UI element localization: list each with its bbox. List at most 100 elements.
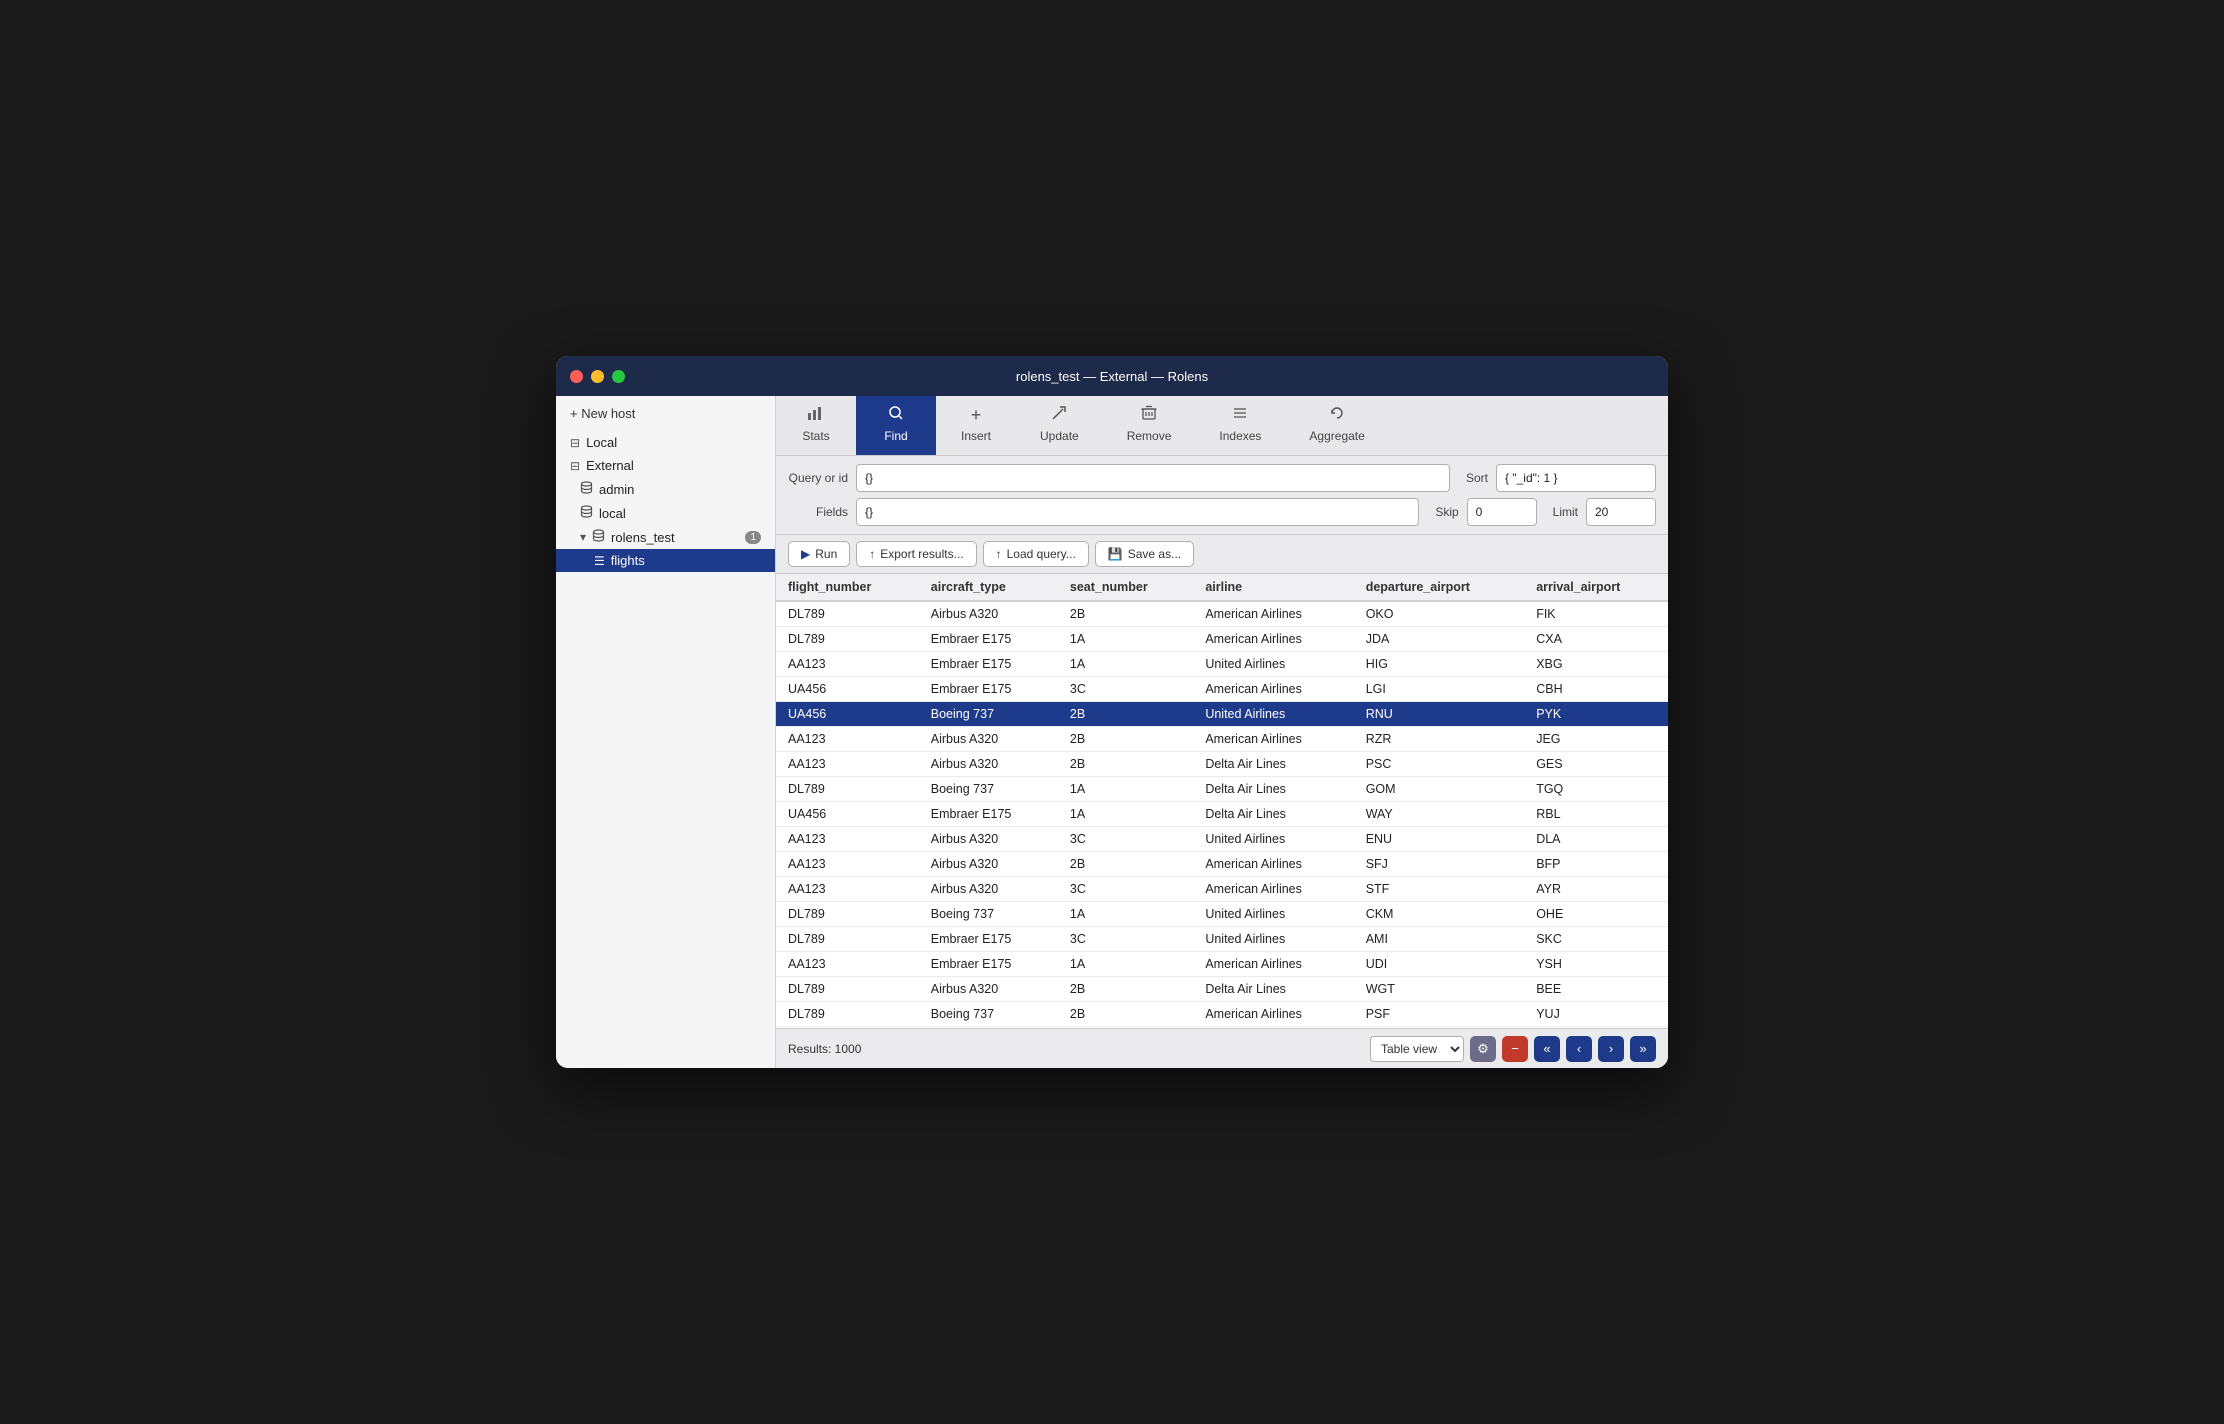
first-page-button[interactable]: « [1534, 1036, 1560, 1062]
table-row[interactable]: UA456Embraer E1751ADelta Air LinesWAYRBL [776, 802, 1668, 827]
table-row[interactable]: AA123Airbus A3202BAmerican AirlinesSFJBF… [776, 852, 1668, 877]
next-page-button[interactable]: › [1598, 1036, 1624, 1062]
sidebar-item-local-db[interactable]: local [556, 501, 775, 525]
insert-button[interactable]: + Insert [936, 396, 1016, 455]
cell-aircraft_type: Airbus A320 [919, 727, 1058, 752]
table-row[interactable]: DL789Airbus A3202BDelta Air LinesWGTBEE [776, 977, 1668, 1002]
sidebar-item-external[interactable]: ⊟ External [556, 454, 775, 477]
cell-departure_airport: LGI [1354, 677, 1525, 702]
table-row[interactable]: AA123Airbus A3202BAmerican AirlinesRZRJE… [776, 727, 1668, 752]
remove-label: Remove [1127, 429, 1172, 443]
cell-departure_airport: JDA [1354, 627, 1525, 652]
limit-input[interactable] [1586, 498, 1656, 526]
cell-aircraft_type: Airbus A320 [919, 977, 1058, 1002]
table-row[interactable]: UA456Boeing 7372BUnited AirlinesRNUPYK [776, 702, 1668, 727]
cell-arrival_airport: TGQ [1524, 777, 1668, 802]
aggregate-button[interactable]: Aggregate [1285, 396, 1388, 455]
table-row[interactable]: AA123Embraer E1751AUnited AirlinesHIGXBG [776, 652, 1668, 677]
delete-row-button[interactable]: − [1502, 1036, 1528, 1062]
cell-aircraft_type: Embraer E175 [919, 627, 1058, 652]
sidebar-item-label: local [599, 506, 626, 521]
cell-seat_number: 1A [1058, 627, 1193, 652]
find-button[interactable]: Find [856, 396, 936, 455]
table-container: flight_number aircraft_type seat_number … [776, 574, 1668, 1028]
cell-arrival_airport: JEG [1524, 727, 1668, 752]
new-host-button[interactable]: + New host [556, 396, 775, 431]
table-body: DL789Airbus A3202BAmerican AirlinesOKOFI… [776, 601, 1668, 1028]
run-button[interactable]: ▶ Run [788, 541, 850, 567]
query-row: Query or id Sort [788, 464, 1656, 492]
cell-departure_airport: AMI [1354, 927, 1525, 952]
cell-arrival_airport: BFP [1524, 852, 1668, 877]
cell-aircraft_type: Airbus A320 [919, 601, 1058, 627]
cell-departure_airport: OKO [1354, 601, 1525, 627]
cell-aircraft_type: Boeing 737 [919, 902, 1058, 927]
cell-arrival_airport: CXA [1524, 627, 1668, 652]
load-query-button[interactable]: ↑ Load query... [983, 541, 1089, 567]
maximize-button[interactable] [612, 370, 625, 383]
last-page-button[interactable]: » [1630, 1036, 1656, 1062]
save-as-button[interactable]: 💾 Save as... [1095, 541, 1194, 567]
cell-aircraft_type: Embraer E175 [919, 952, 1058, 977]
cell-departure_airport: UDI [1354, 952, 1525, 977]
cell-airline: United Airlines [1193, 702, 1353, 727]
cell-flight_number: DL789 [776, 777, 919, 802]
fields-input[interactable] [856, 498, 1419, 526]
table-row[interactable]: AA123Embraer E1751AAmerican AirlinesUDIY… [776, 952, 1668, 977]
indexes-icon [1232, 405, 1248, 426]
table-row[interactable]: DL789Embraer E1751AAmerican AirlinesJDAC… [776, 627, 1668, 652]
sidebar-badge: 1 [745, 531, 761, 544]
view-select[interactable]: Table view JSON view Tree view [1370, 1036, 1464, 1062]
table-row[interactable]: DL789Boeing 7371ADelta Air LinesGOMTGQ [776, 777, 1668, 802]
cell-aircraft_type: Airbus A320 [919, 852, 1058, 877]
query-input[interactable] [856, 464, 1450, 492]
sidebar-item-rolens-test[interactable]: ▾ rolens_test 1 [556, 525, 775, 549]
update-button[interactable]: Update [1016, 396, 1103, 455]
prev-page-button[interactable]: ‹ [1566, 1036, 1592, 1062]
col-seat-number: seat_number [1058, 574, 1193, 601]
cell-arrival_airport: RBL [1524, 802, 1668, 827]
cell-airline: American Airlines [1193, 952, 1353, 977]
table-row[interactable]: AA123Airbus A3202BDelta Air LinesPSCGES [776, 752, 1668, 777]
table-row[interactable]: DL789Boeing 7371AUnited AirlinesCKMOHE [776, 902, 1668, 927]
sidebar-item-flights[interactable]: ☰ flights [556, 549, 775, 572]
remove-button[interactable]: Remove [1103, 396, 1196, 455]
table-row[interactable]: AA123Airbus A3203CUnited AirlinesENUDLA [776, 827, 1668, 852]
cell-flight_number: DL789 [776, 601, 919, 627]
insert-label: Insert [961, 429, 991, 443]
minimize-button[interactable] [591, 370, 604, 383]
indexes-button[interactable]: Indexes [1195, 396, 1285, 455]
sidebar: + New host ⊟ Local ⊟ External [556, 396, 776, 1068]
stats-button[interactable]: Stats [776, 396, 856, 455]
cell-departure_airport: PSF [1354, 1002, 1525, 1027]
table-row[interactable]: AA123Airbus A3203CAmerican AirlinesSTFAY… [776, 877, 1668, 902]
cell-departure_airport: CKM [1354, 902, 1525, 927]
cell-flight_number: DL789 [776, 902, 919, 927]
table-row[interactable]: DL789Boeing 7372BAmerican AirlinesPSFYUJ [776, 1002, 1668, 1027]
sidebar-item-local[interactable]: ⊟ Local [556, 431, 775, 454]
cell-seat_number: 3C [1058, 927, 1193, 952]
cell-departure_airport: PSC [1354, 752, 1525, 777]
cell-airline: American Airlines [1193, 877, 1353, 902]
cell-seat_number: 3C [1058, 677, 1193, 702]
export-button[interactable]: ↑ Export results... [856, 541, 976, 567]
table-row[interactable]: DL789Airbus A3202BAmerican AirlinesOKOFI… [776, 601, 1668, 627]
cell-airline: United Airlines [1193, 902, 1353, 927]
settings-button[interactable]: ⚙ [1470, 1036, 1496, 1062]
run-icon: ▶ [801, 547, 810, 561]
sort-input[interactable] [1496, 464, 1656, 492]
cell-flight_number: DL789 [776, 1002, 919, 1027]
cell-departure_airport: GOM [1354, 777, 1525, 802]
table-row[interactable]: UA456Embraer E1753CAmerican AirlinesLGIC… [776, 677, 1668, 702]
skip-input[interactable] [1467, 498, 1537, 526]
col-aircraft-type: aircraft_type [919, 574, 1058, 601]
close-button[interactable] [570, 370, 583, 383]
indexes-label: Indexes [1219, 429, 1261, 443]
cell-departure_airport: RNU [1354, 702, 1525, 727]
host-icon: ⊟ [570, 436, 580, 450]
app-window: rolens_test — External — Rolens + New ho… [556, 356, 1668, 1068]
sidebar-item-admin[interactable]: admin [556, 477, 775, 501]
table-row[interactable]: DL789Embraer E1753CUnited AirlinesAMISKC [776, 927, 1668, 952]
aggregate-label: Aggregate [1309, 429, 1364, 443]
cell-departure_airport: SFJ [1354, 852, 1525, 877]
